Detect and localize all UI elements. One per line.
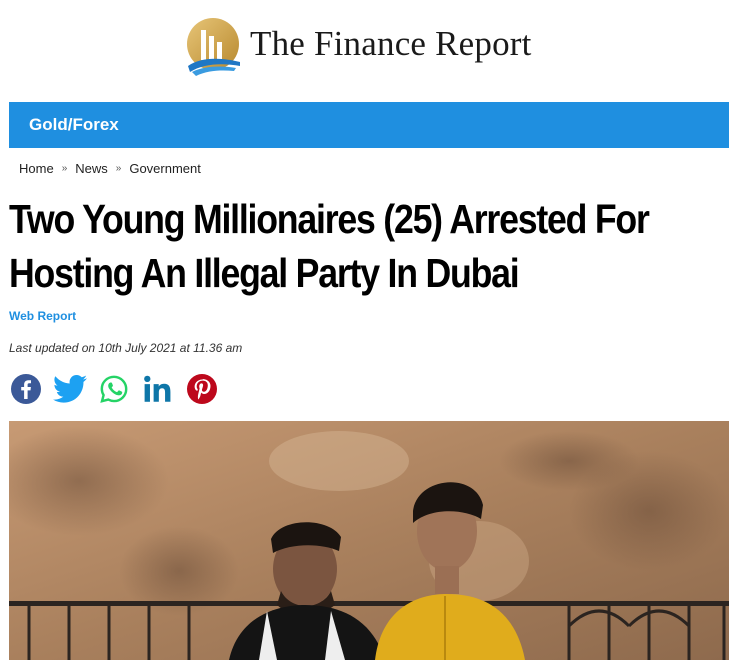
breadcrumb-separator: » xyxy=(115,162,122,174)
article-headline: Two Young Millionaires (25) Arrested For… xyxy=(9,192,731,300)
twitter-share-button[interactable] xyxy=(53,372,87,406)
hero-photo xyxy=(9,421,729,660)
share-buttons xyxy=(9,372,219,406)
masthead: The Finance Report xyxy=(0,0,737,100)
linkedin-icon xyxy=(144,375,171,402)
facebook-share-button[interactable] xyxy=(9,372,43,406)
whatsapp-icon xyxy=(100,375,128,403)
category-bar: Gold/Forex xyxy=(9,102,729,148)
breadcrumb-government[interactable]: Government xyxy=(129,161,201,176)
author-link[interactable]: Web Report xyxy=(9,309,76,323)
finance-report-logo-icon xyxy=(187,18,240,76)
hero-image xyxy=(9,421,729,660)
breadcrumb-news[interactable]: News xyxy=(75,161,108,176)
site-name[interactable]: The Finance Report xyxy=(250,24,532,64)
breadcrumb-home[interactable]: Home xyxy=(19,161,54,176)
facebook-icon xyxy=(11,374,41,404)
whatsapp-share-button[interactable] xyxy=(97,372,131,406)
breadcrumb-separator: » xyxy=(61,162,68,174)
linkedin-share-button[interactable] xyxy=(141,372,175,406)
last-updated: Last updated on 10th July 2021 at 11.36 … xyxy=(9,341,243,355)
headline-line-1: Two Young Millionaires (25) Arrested For xyxy=(9,196,650,242)
twitter-icon xyxy=(53,374,87,403)
breadcrumb: Home » News » Government xyxy=(19,160,201,176)
pinterest-icon xyxy=(187,374,217,404)
headline-line-2: Hosting An Illegal Party In Dubai xyxy=(9,250,520,296)
category-link[interactable]: Gold/Forex xyxy=(29,115,119,135)
pinterest-share-button[interactable] xyxy=(185,372,219,406)
